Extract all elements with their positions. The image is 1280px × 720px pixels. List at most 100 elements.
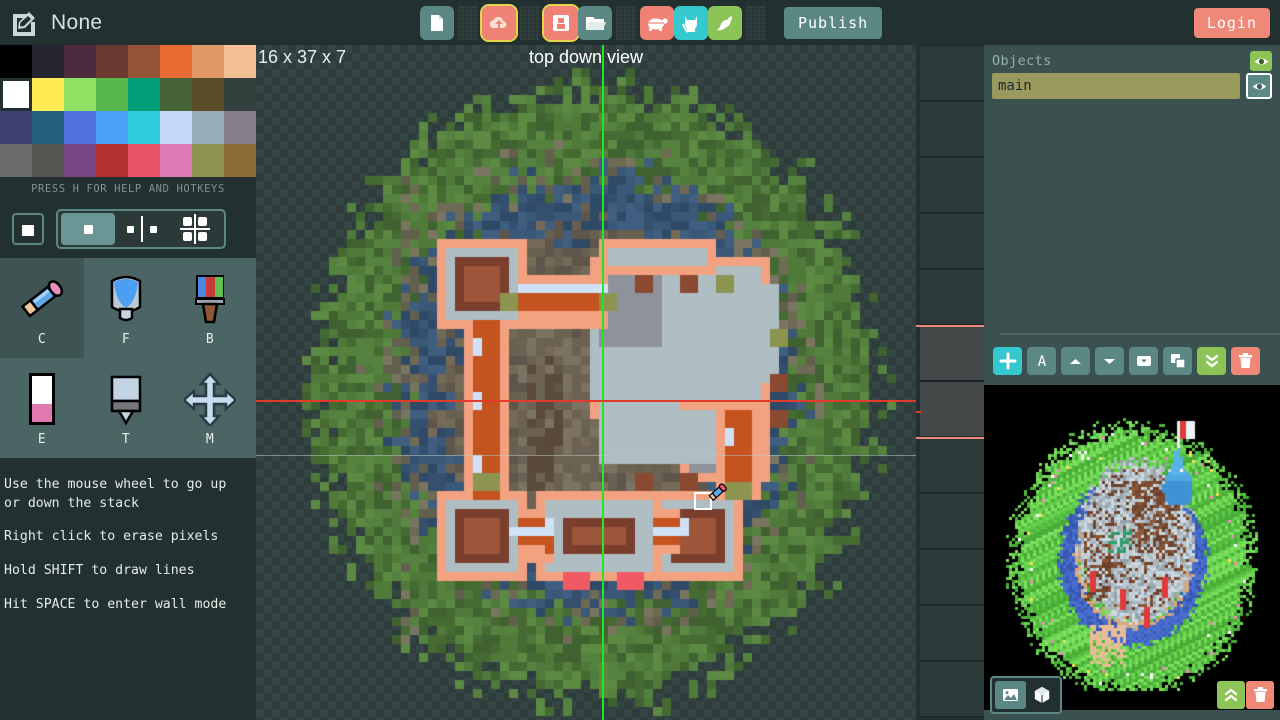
palette-swatch[interactable] bbox=[0, 78, 32, 111]
palette-swatch[interactable] bbox=[160, 111, 192, 144]
horizontal-axis-line bbox=[256, 400, 916, 402]
toggle-all-visibility[interactable] bbox=[1250, 51, 1272, 71]
tool-key-label: B bbox=[206, 332, 214, 347]
help-text-block: Use the mouse wheel to go up or down the… bbox=[0, 458, 256, 615]
save-button[interactable] bbox=[544, 6, 578, 40]
cloud-upload-button[interactable] bbox=[482, 6, 516, 40]
cat-button[interactable] bbox=[674, 6, 708, 40]
layer-row[interactable] bbox=[920, 493, 984, 549]
preview-mode-model[interactable] bbox=[1026, 681, 1057, 709]
brush-size-single[interactable] bbox=[61, 213, 115, 245]
object-toolbar: A bbox=[984, 339, 1269, 375]
open-folder-button[interactable] bbox=[578, 6, 612, 40]
palette-swatch[interactable] bbox=[64, 45, 96, 78]
publish-button[interactable]: Publish bbox=[784, 7, 882, 39]
bird-button[interactable] bbox=[708, 6, 742, 40]
toolbar-separator bbox=[520, 6, 540, 40]
layer-stack[interactable] bbox=[916, 45, 984, 720]
palette-swatch[interactable] bbox=[128, 144, 160, 177]
palette-swatch[interactable] bbox=[224, 78, 256, 111]
secondary-axis-line bbox=[256, 455, 916, 456]
add-object-button[interactable] bbox=[993, 347, 1022, 375]
palette-swatch[interactable] bbox=[32, 144, 64, 177]
tool-move[interactable]: M bbox=[168, 358, 252, 458]
login-button[interactable]: Login bbox=[1194, 8, 1270, 38]
tool-brush[interactable]: B bbox=[168, 258, 252, 358]
tool-crayon[interactable]: C bbox=[0, 258, 84, 358]
layer-row[interactable] bbox=[920, 213, 984, 269]
model-preview-canvas[interactable] bbox=[984, 385, 1280, 710]
palette-swatch[interactable] bbox=[224, 144, 256, 177]
layer-selection-line bbox=[916, 437, 984, 439]
layer-row[interactable] bbox=[920, 605, 984, 661]
toolbar-separator bbox=[746, 6, 766, 40]
merge-down-button[interactable] bbox=[1197, 347, 1226, 375]
palette-swatch[interactable] bbox=[128, 78, 160, 111]
palette-swatch[interactable] bbox=[224, 111, 256, 144]
palette-swatch[interactable] bbox=[64, 78, 96, 111]
palette-swatch[interactable] bbox=[0, 111, 32, 144]
tool-fill[interactable]: F bbox=[84, 258, 168, 358]
collapse-object-button[interactable] bbox=[1129, 347, 1158, 375]
tool-stamp[interactable]: T bbox=[84, 358, 168, 458]
vertical-axis-line bbox=[602, 45, 604, 720]
layer-row[interactable] bbox=[920, 45, 984, 101]
model-preview[interactable] bbox=[984, 385, 1280, 710]
layer-preview-box[interactable] bbox=[12, 213, 44, 245]
object-visibility-toggle[interactable] bbox=[1246, 73, 1272, 99]
move-object-down-button[interactable] bbox=[1095, 347, 1124, 375]
layer-row[interactable] bbox=[920, 157, 984, 213]
layer-row[interactable] bbox=[920, 549, 984, 605]
palette-swatch[interactable] bbox=[96, 45, 128, 78]
edit-document-icon[interactable] bbox=[10, 9, 38, 37]
turtle-button[interactable] bbox=[640, 6, 674, 40]
palette-swatch[interactable] bbox=[192, 111, 224, 144]
layer-row[interactable] bbox=[920, 269, 984, 325]
pencil-icon bbox=[707, 481, 729, 507]
tool-key-label: F bbox=[122, 332, 130, 347]
preview-mode-image[interactable] bbox=[995, 681, 1026, 709]
layer-row[interactable] bbox=[920, 661, 984, 717]
layer-row[interactable] bbox=[920, 381, 984, 437]
brush-icon bbox=[190, 270, 230, 328]
pixel-art-canvas[interactable] bbox=[256, 45, 916, 720]
help-line: Right click to erase pixels bbox=[4, 528, 250, 547]
palette-swatch[interactable] bbox=[64, 111, 96, 144]
layer-row[interactable] bbox=[920, 437, 984, 493]
palette-swatch[interactable] bbox=[96, 111, 128, 144]
palette-swatch[interactable] bbox=[160, 78, 192, 111]
palette-swatch[interactable] bbox=[96, 78, 128, 111]
layer-row[interactable] bbox=[920, 101, 984, 157]
palette-swatch[interactable] bbox=[0, 45, 32, 78]
color-palette[interactable] bbox=[0, 45, 256, 177]
palette-swatch[interactable] bbox=[32, 78, 64, 111]
palette-swatch[interactable] bbox=[224, 45, 256, 78]
brush-size-mirror[interactable] bbox=[115, 213, 169, 245]
canvas-viewport[interactable]: 16 x 37 x 7 top down view bbox=[256, 45, 916, 720]
palette-swatch[interactable] bbox=[192, 45, 224, 78]
delete-object-button[interactable] bbox=[1231, 347, 1260, 375]
palette-swatch[interactable] bbox=[0, 144, 32, 177]
palette-swatch[interactable] bbox=[192, 144, 224, 177]
palette-swatch[interactable] bbox=[32, 111, 64, 144]
palette-swatch[interactable] bbox=[160, 144, 192, 177]
canvas-view-label: top down view bbox=[256, 47, 916, 68]
palette-swatch[interactable] bbox=[192, 78, 224, 111]
brush-size-quad[interactable] bbox=[169, 213, 221, 245]
object-item-main[interactable]: main bbox=[992, 73, 1240, 99]
palette-swatch[interactable] bbox=[160, 45, 192, 78]
palette-swatch[interactable] bbox=[64, 144, 96, 177]
palette-swatch[interactable] bbox=[128, 45, 160, 78]
new-document-button[interactable] bbox=[420, 6, 454, 40]
tool-eraser[interactable]: E bbox=[0, 358, 84, 458]
layer-row[interactable] bbox=[920, 325, 984, 381]
preview-delete-button[interactable] bbox=[1246, 681, 1274, 709]
palette-swatch[interactable] bbox=[96, 144, 128, 177]
rename-object-button[interactable]: A bbox=[1027, 347, 1056, 375]
palette-swatch[interactable] bbox=[32, 45, 64, 78]
move-object-up-button[interactable] bbox=[1061, 347, 1090, 375]
preview-export-button[interactable] bbox=[1217, 681, 1245, 709]
palette-swatch[interactable] bbox=[128, 111, 160, 144]
duplicate-object-button[interactable] bbox=[1163, 347, 1192, 375]
top-bar: None bbox=[0, 0, 1280, 45]
